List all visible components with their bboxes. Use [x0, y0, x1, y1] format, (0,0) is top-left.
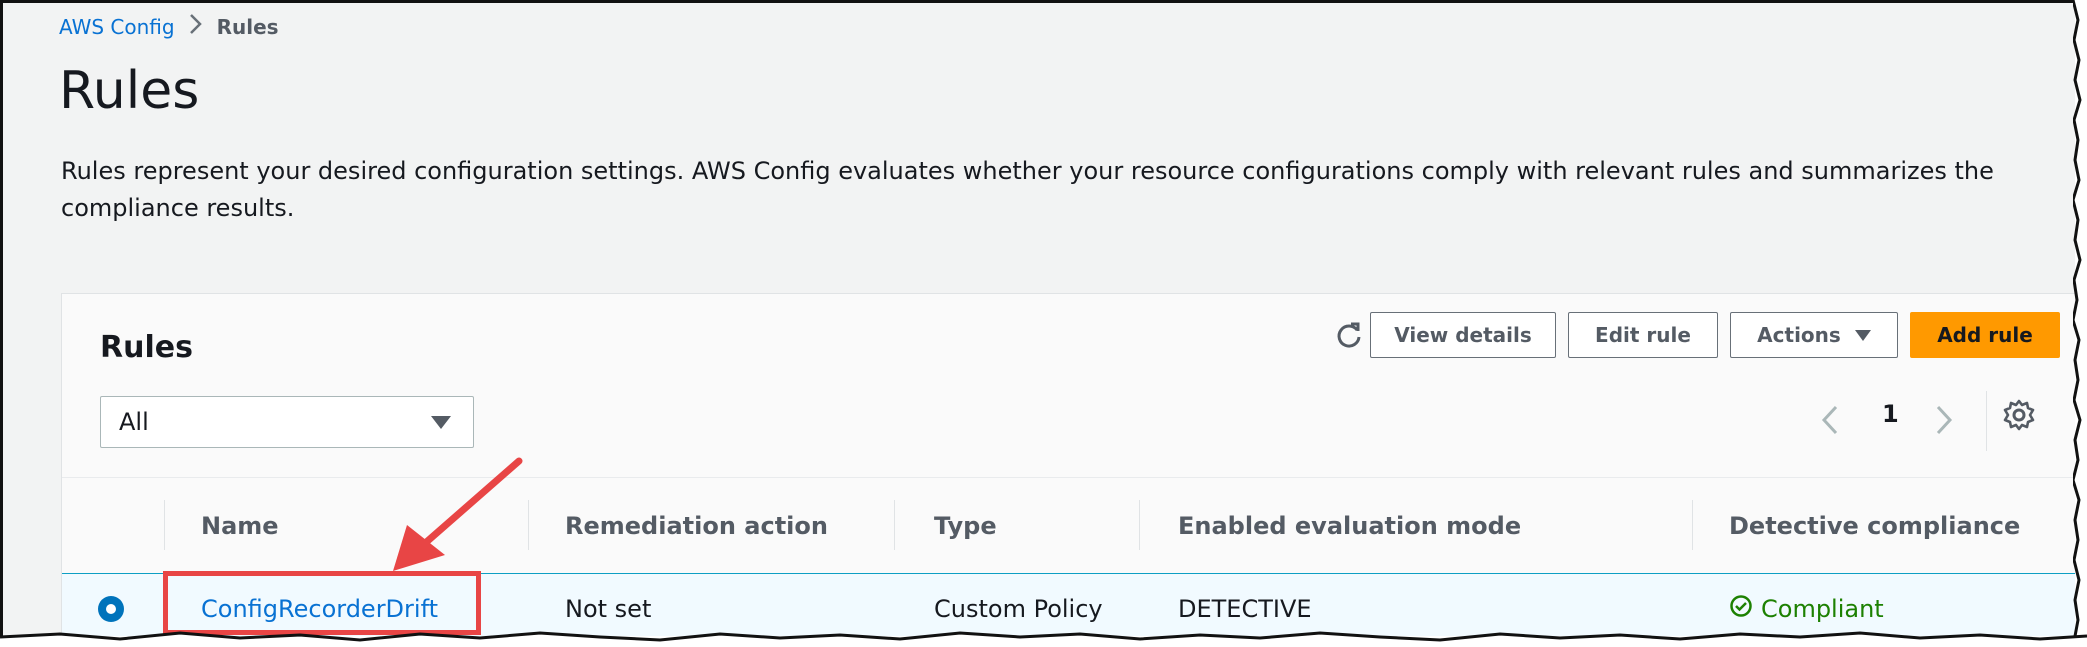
- chevron-right-icon: [189, 13, 203, 41]
- check-circle-icon: [1729, 594, 1753, 624]
- column-header-type[interactable]: Type: [934, 478, 997, 573]
- cell-name: ConfigRecorderDrift: [201, 574, 438, 636]
- current-page-number[interactable]: 1: [1882, 400, 1899, 428]
- actions-label: Actions: [1757, 323, 1841, 347]
- table-preferences-button[interactable]: [2002, 398, 2036, 436]
- cell-type: Custom Policy: [934, 595, 1103, 623]
- column-separator: [1139, 500, 1140, 550]
- cell-remediation-action: Not set: [565, 595, 652, 623]
- actions-dropdown-button[interactable]: Actions: [1730, 312, 1898, 358]
- next-page-button[interactable]: [1934, 396, 1954, 448]
- cell-evaluation-mode: DETECTIVE: [1178, 595, 1312, 623]
- column-separator: [894, 500, 895, 550]
- page-title: Rules: [59, 61, 200, 121]
- panel-title: Rules: [100, 330, 193, 365]
- torn-edge-bottom: [0, 631, 2087, 647]
- view-details-button[interactable]: View details: [1370, 312, 1556, 358]
- breadcrumb-aws-config[interactable]: AWS Config: [59, 15, 175, 39]
- column-separator: [528, 500, 529, 550]
- column-separator: [1692, 500, 1693, 550]
- chevron-right-icon: [1934, 404, 1954, 440]
- column-header-detective-compliance[interactable]: Detective compliance: [1729, 478, 2020, 573]
- caret-down-icon: [1854, 329, 1871, 341]
- column-header-remediation-action[interactable]: Remediation action: [565, 478, 828, 573]
- cell-detective-compliance: Compliant: [1729, 574, 1884, 636]
- rules-filter-select[interactable]: All: [100, 396, 474, 448]
- caret-down-icon: [431, 415, 451, 429]
- previous-page-button[interactable]: [1820, 396, 1840, 448]
- compliance-status: Compliant: [1761, 595, 1884, 623]
- edit-rule-label: Edit rule: [1595, 323, 1691, 347]
- filter-selected-value: All: [119, 408, 149, 436]
- column-header-name[interactable]: Name: [201, 478, 279, 573]
- page-description: Rules represent your desired configurati…: [61, 157, 1994, 222]
- column-separator: [164, 500, 165, 550]
- pagination-divider: [1986, 391, 1987, 451]
- chevron-left-icon: [1820, 404, 1840, 440]
- refresh-button[interactable]: [1324, 312, 1374, 362]
- view-details-label: View details: [1394, 323, 1532, 347]
- page-frame: AWS Config Rules Rules Rules represent y…: [0, 0, 2075, 636]
- gear-icon: [2002, 399, 2036, 436]
- add-rule-button[interactable]: Add rule: [1910, 312, 2060, 358]
- torn-edge-right: [2073, 0, 2087, 647]
- column-header-evaluation-mode[interactable]: Enabled evaluation mode: [1178, 478, 1521, 573]
- breadcrumb-current: Rules: [216, 15, 279, 39]
- breadcrumb: AWS Config Rules: [59, 13, 279, 41]
- table-header: Name Remediation action Type Enabled eva…: [62, 477, 2075, 575]
- edit-rule-button[interactable]: Edit rule: [1568, 312, 1718, 358]
- row-select-radio[interactable]: [98, 596, 124, 622]
- rules-panel: Rules View details Edit rule Actions Add…: [61, 293, 2075, 636]
- table-row[interactable]: ConfigRecorderDrift Not set Custom Polic…: [62, 574, 2075, 636]
- rule-name-link[interactable]: ConfigRecorderDrift: [201, 595, 438, 623]
- add-rule-label: Add rule: [1937, 323, 2033, 347]
- refresh-icon: [1335, 321, 1363, 353]
